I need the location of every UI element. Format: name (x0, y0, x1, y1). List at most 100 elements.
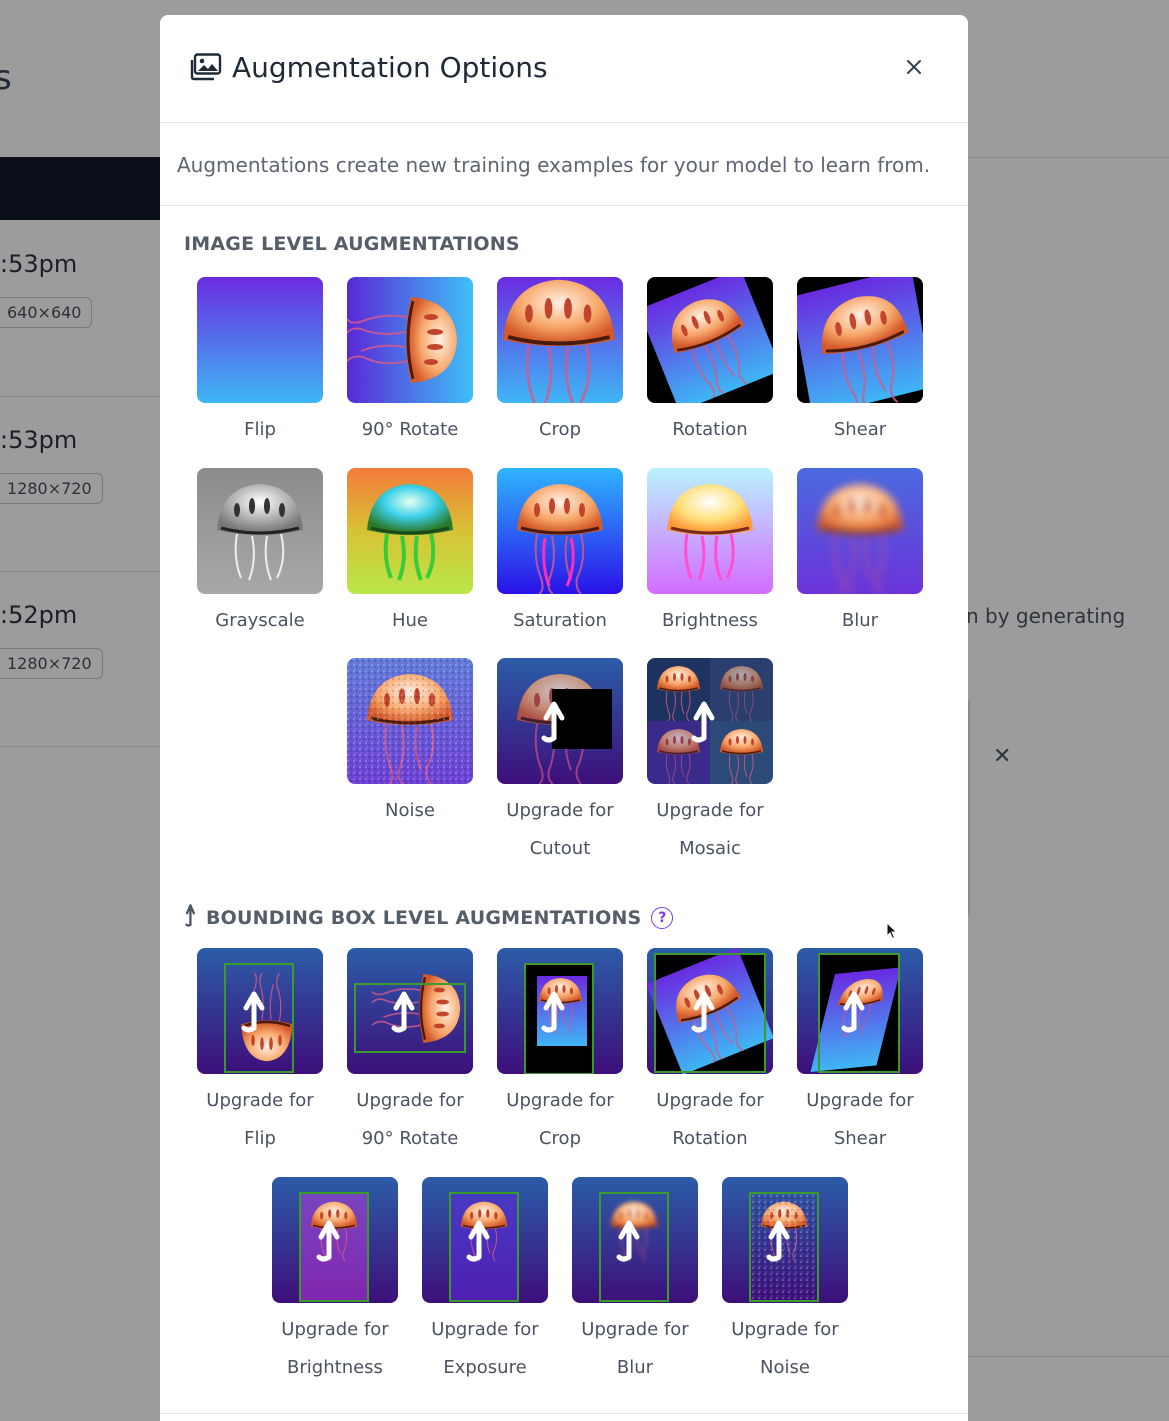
bbox-option-crop[interactable]: Upgrade for Crop (497, 948, 623, 1158)
bbox-option-blur[interactable]: Upgrade for Blur (572, 1177, 698, 1387)
bbox-rotation-thumbnail (647, 948, 773, 1074)
image-level-section-label: IMAGE LEVEL AUGMENTATIONS (184, 233, 520, 255)
bbox-shear-thumbnail (797, 948, 923, 1074)
saturation-thumbnail (497, 468, 623, 594)
augmentation-label: Saturation (513, 610, 607, 631)
upgrade-arrow-icon (722, 1177, 848, 1303)
bbox-noise-thumbnail (722, 1177, 848, 1303)
bbox-brightness-thumbnail (272, 1177, 398, 1303)
augmentation-label: Grayscale (215, 610, 305, 631)
augmentation-label: Rotation (672, 419, 748, 440)
augmentation-label: Noise (385, 800, 435, 821)
close-button[interactable] (898, 53, 930, 85)
augmentation-label: Upgrade for Exposure (431, 1319, 539, 1378)
blur-thumbnail (797, 468, 923, 594)
cutout-thumbnail (497, 658, 623, 784)
background-header-bar (0, 157, 160, 220)
bbox-option-noise[interactable]: Upgrade for Noise (722, 1177, 848, 1387)
bbox-option-shear[interactable]: Upgrade for Shear (797, 948, 923, 1158)
background-row-dims: 640×640 (0, 297, 93, 328)
bbox-option-flip[interactable]: Upgrade for Flip (197, 948, 323, 1158)
background-row-time: :53pm (0, 250, 78, 278)
modal-footer-divider (160, 1413, 968, 1414)
augmentation-option-rotation[interactable]: Rotation (647, 277, 773, 449)
bbox-option-rotation[interactable]: Upgrade for Rotation (647, 948, 773, 1158)
bbox-level-section-title: BOUNDING BOX LEVEL AUGMENTATIONS ? (182, 903, 674, 932)
augmentation-option-crop[interactable]: Crop (497, 277, 623, 449)
augmentation-options-modal: Augmentation Options Augmentations creat… (160, 15, 968, 1421)
upgrade-arrow-icon (182, 903, 200, 932)
augmentation-label: Upgrade for Rotation (656, 1090, 764, 1149)
augmentation-option-brightness[interactable]: Brightness (647, 468, 773, 640)
bbox-blur-thumbnail (572, 1177, 698, 1303)
upgrade-arrow-icon (197, 948, 323, 1074)
upgrade-arrow-icon (797, 948, 923, 1074)
augmentation-option-cutout[interactable]: Upgrade for Cutout (497, 658, 623, 868)
augmentation-label: Upgrade for 90° Rotate (356, 1090, 464, 1149)
background-row-dims: 1280×720 (0, 648, 103, 679)
background-divider (968, 157, 1169, 158)
upgrade-arrow-icon (497, 658, 623, 784)
augmentation-option-hue[interactable]: Hue (347, 468, 473, 640)
background-row-time: :53pm (0, 426, 78, 454)
background-row-divider (0, 746, 160, 747)
upgrade-arrow-icon (422, 1177, 548, 1303)
background-row-time: :52pm (0, 601, 78, 629)
rotation-thumbnail (647, 277, 773, 403)
augmentation-label: Upgrade for Noise (731, 1319, 839, 1378)
augmentation-label: Upgrade for Mosaic (656, 800, 764, 859)
upgrade-arrow-icon (572, 1177, 698, 1303)
bbox-option-brightness[interactable]: Upgrade for Brightness (272, 1177, 398, 1387)
flip-thumbnail (197, 277, 323, 403)
modal-description: Augmentations create new training exampl… (160, 123, 968, 206)
help-icon[interactable]: ? (651, 906, 674, 929)
augmentation-label: Upgrade for Crop (506, 1090, 614, 1149)
augmentation-option-grayscale[interactable]: Grayscale (197, 468, 323, 640)
image-level-section-title: IMAGE LEVEL AUGMENTATIONS (184, 233, 520, 255)
bbox-crop-thumbnail (497, 948, 623, 1074)
brightness-thumbnail (647, 468, 773, 594)
background-close-icon[interactable]: ✕ (993, 744, 1011, 769)
image-gallery-icon (190, 53, 222, 85)
hue-thumbnail (347, 468, 473, 594)
upgrade-arrow-icon (647, 948, 773, 1074)
augmentation-label: Upgrade for Shear (806, 1090, 914, 1149)
augmentation-option-90-rotate[interactable]: 90° Rotate (347, 277, 473, 449)
bbox-flip-thumbnail (197, 948, 323, 1074)
augmentation-label: Brightness (662, 610, 758, 631)
noise-thumbnail (347, 658, 473, 784)
bbox-exposure-thumbnail (422, 1177, 548, 1303)
background-side-text: n by generating (966, 604, 1126, 628)
background-title: s (0, 58, 12, 98)
upgrade-arrow-icon (647, 658, 773, 784)
augmentation-option-noise[interactable]: Noise (347, 658, 473, 830)
mouse-cursor-icon (886, 921, 898, 944)
augmentation-option-mosaic[interactable]: Upgrade for Mosaic (647, 658, 773, 868)
mosaic-thumbnail (647, 658, 773, 784)
augmentation-label: Blur (841, 610, 879, 631)
augmentation-label: Upgrade for Blur (581, 1319, 689, 1378)
background-divider (968, 1356, 1169, 1357)
background-row-dims: 1280×720 (0, 473, 103, 504)
upgrade-arrow-icon (347, 948, 473, 1074)
augmentation-label: Upgrade for Brightness (281, 1319, 389, 1378)
bbox-option-90-rotate[interactable]: Upgrade for 90° Rotate (347, 948, 473, 1158)
bbox-90-rotate-thumbnail (347, 948, 473, 1074)
background-row-divider (0, 396, 160, 397)
bbox-level-section-label: BOUNDING BOX LEVEL AUGMENTATIONS (206, 906, 642, 929)
close-icon[interactable] (905, 58, 923, 80)
background-panel-edge (968, 700, 970, 915)
90-rotate-thumbnail (347, 277, 473, 403)
upgrade-arrow-icon (497, 948, 623, 1074)
modal-header: Augmentation Options (160, 15, 968, 123)
augmentation-label: 90° Rotate (361, 419, 459, 440)
augmentation-option-saturation[interactable]: Saturation (497, 468, 623, 640)
upgrade-arrow-icon (272, 1177, 398, 1303)
modal-title: Augmentation Options (232, 51, 548, 84)
bbox-option-exposure[interactable]: Upgrade for Exposure (422, 1177, 548, 1387)
augmentation-option-shear[interactable]: Shear (797, 277, 923, 449)
augmentation-option-blur[interactable]: Blur (797, 468, 923, 640)
augmentation-label: Shear (833, 419, 887, 440)
augmentation-option-flip[interactable]: Flip (197, 277, 323, 449)
augmentation-label: Flip (244, 419, 276, 440)
